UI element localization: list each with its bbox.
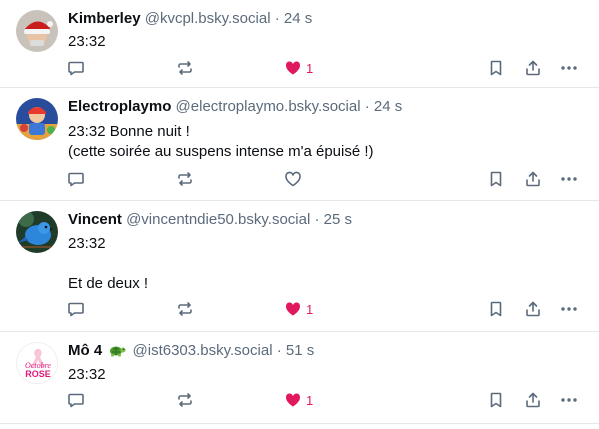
separator: ·	[314, 211, 320, 228]
ellipsis-icon	[561, 177, 577, 181]
post-kimberley[interactable]: Kimberley @kvcpl.bsky.social · 24 s 23:3…	[0, 0, 599, 88]
heart-filled-icon	[285, 61, 301, 75]
share-button[interactable]	[524, 169, 542, 189]
repost-button[interactable]	[176, 58, 194, 78]
separator: ·	[276, 342, 282, 359]
reply-icon	[68, 172, 84, 187]
repost-button[interactable]	[176, 169, 194, 189]
like-button[interactable]: 1	[284, 299, 313, 319]
author-handle[interactable]: @electroplaymo.bsky.social	[176, 98, 361, 115]
author-name[interactable]: Kimberley	[68, 10, 141, 27]
heart-outline-icon	[285, 171, 301, 187]
avatar[interactable]: Octobre ROSE	[16, 342, 58, 384]
like-button[interactable]: 1	[284, 58, 313, 78]
avatar-text-rose: ROSE	[25, 369, 51, 379]
post-time[interactable]: 24 s	[284, 10, 312, 27]
share-icon	[526, 171, 540, 187]
share-icon	[526, 60, 540, 76]
heart-filled-icon	[285, 393, 301, 407]
post-vincent[interactable]: Vincent @vincentndie50.bsky.social · 25 …	[0, 201, 599, 332]
post-actions: 1	[0, 58, 599, 78]
ellipsis-icon	[561, 66, 577, 70]
more-options-button[interactable]	[560, 299, 578, 319]
repost-icon	[178, 172, 192, 186]
author-handle[interactable]: @vincentndie50.bsky.social	[126, 211, 310, 228]
post-text: 23:32 Et de deux !	[68, 235, 149, 292]
ellipsis-icon	[561, 398, 577, 402]
octobre-rose-avatar-icon: Octobre ROSE	[17, 343, 57, 383]
share-icon	[526, 301, 540, 317]
like-count: 1	[306, 60, 314, 76]
repost-icon	[178, 61, 192, 75]
repost-button[interactable]	[176, 390, 194, 410]
author-name[interactable]: Electroplaymo	[68, 98, 171, 115]
like-button[interactable]: 1	[284, 390, 313, 410]
author-name[interactable]: Vincent	[68, 211, 122, 228]
like-count: 1	[306, 301, 314, 317]
reply-button[interactable]	[67, 58, 85, 78]
post-time[interactable]: 25 s	[324, 211, 352, 228]
post-actions: 1	[0, 299, 599, 319]
reply-icon	[68, 61, 84, 76]
share-icon	[526, 392, 540, 408]
repost-icon	[178, 393, 192, 407]
share-button[interactable]	[524, 390, 542, 410]
separator: ·	[274, 10, 280, 27]
avatar[interactable]	[16, 10, 58, 52]
reply-button[interactable]	[67, 299, 85, 319]
more-options-button[interactable]	[560, 58, 578, 78]
post-header: Electroplaymo @electroplaymo.bsky.social…	[68, 98, 402, 116]
bookmark-button[interactable]	[487, 58, 505, 78]
separator: ·	[364, 98, 370, 115]
repost-icon	[178, 302, 192, 316]
author-handle[interactable]: @ist6303.bsky.social	[133, 342, 273, 359]
santa-hat-avatar-icon	[16, 10, 58, 52]
bookmark-icon	[490, 60, 502, 76]
post-header: Mô 4 @ist6303.bsky.social · 51 s	[68, 342, 314, 362]
repost-button[interactable]	[176, 299, 194, 319]
post-time[interactable]: 51 s	[286, 342, 314, 359]
post-text: 23:32	[68, 33, 106, 50]
share-button[interactable]	[524, 299, 542, 319]
bookmark-button[interactable]	[487, 390, 505, 410]
post-time[interactable]: 24 s	[374, 98, 402, 115]
turtle-emoji-icon	[108, 343, 126, 362]
ellipsis-icon	[561, 307, 577, 311]
share-button[interactable]	[524, 58, 542, 78]
bookmark-icon	[490, 392, 502, 408]
reply-icon	[68, 302, 84, 317]
avatar[interactable]	[16, 98, 58, 140]
reply-button[interactable]	[67, 390, 85, 410]
post-header: Kimberley @kvcpl.bsky.social · 24 s	[68, 10, 312, 28]
toy-figure-avatar-icon	[16, 98, 58, 140]
like-count: 1	[306, 392, 314, 408]
post-electroplaymo[interactable]: Electroplaymo @electroplaymo.bsky.social…	[0, 88, 599, 201]
blue-bird-avatar-icon	[16, 211, 58, 253]
more-options-button[interactable]	[560, 390, 578, 410]
post-text: 23:32 Bonne nuit ! (cette soirée au susp…	[68, 123, 374, 160]
bookmark-icon	[490, 171, 502, 187]
post-mo4[interactable]: Octobre ROSE Mô 4 @ist6303.bsky.social ·…	[0, 332, 599, 424]
reply-icon	[68, 393, 84, 408]
reply-button[interactable]	[67, 169, 85, 189]
post-actions	[0, 169, 599, 189]
post-text: 23:32	[68, 366, 106, 383]
avatar[interactable]	[16, 211, 58, 253]
author-handle[interactable]: @kvcpl.bsky.social	[145, 10, 271, 27]
bookmark-icon	[490, 301, 502, 317]
author-name[interactable]: Mô 4	[68, 342, 102, 359]
post-header: Vincent @vincentndie50.bsky.social · 25 …	[68, 211, 352, 229]
post-actions: 1	[0, 390, 599, 410]
like-button[interactable]	[284, 169, 302, 189]
bookmark-button[interactable]	[487, 299, 505, 319]
bookmark-button[interactable]	[487, 169, 505, 189]
more-options-button[interactable]	[560, 169, 578, 189]
heart-filled-icon	[285, 302, 301, 316]
